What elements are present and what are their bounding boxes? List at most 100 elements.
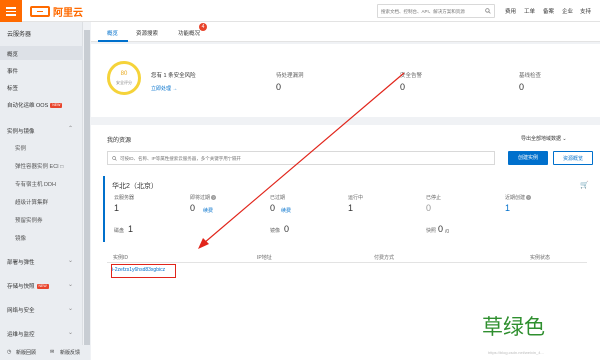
history-icon: ◷ — [7, 349, 12, 355]
stat-value-snapshots[interactable]: 0 — [438, 224, 443, 234]
top-navigation-bar: 阿里云 费用 工单 备案 企业 企业 支持 — [0, 0, 600, 22]
chevron-up-icon[interactable]: ⌃ — [68, 125, 73, 132]
arrow-right-icon: → — [172, 86, 178, 92]
tab-bar: 概览 资源搜索 功能概况 — [91, 22, 600, 42]
sidebar-item-instances[interactable]: 实例 — [15, 144, 26, 152]
top-link-support[interactable]: 支持 — [580, 7, 591, 15]
help-icon[interactable]: ? — [211, 195, 217, 201]
old-version-link[interactable]: 新版回顾 — [16, 349, 36, 356]
stat-label-servers: 云服务器 — [114, 195, 135, 201]
resource-search-box[interactable] — [107, 151, 495, 165]
sidebar-group-instances-images[interactable]: 实例与镜像 — [7, 127, 35, 135]
column-header-ip[interactable]: IP地址 — [257, 254, 272, 261]
notification-badge: 4 — [199, 23, 207, 31]
chevron-down-icon[interactable]: ⌄ — [68, 281, 73, 288]
sidebar-item-reserved-instances[interactable]: 预留实例券 — [15, 216, 43, 224]
sidebar-group-storage[interactable]: 存储与快照 NEW — [7, 282, 49, 290]
stat-label-expiring: 即将过期? — [190, 194, 217, 201]
chevron-down-icon[interactable]: ⌄ — [68, 257, 73, 264]
stat-value-images[interactable]: 0 — [284, 224, 289, 234]
tab-resource-search[interactable]: 资源搜索 — [136, 29, 158, 37]
stat-label-text: 即将过期 — [190, 195, 211, 201]
feedback-link[interactable]: 新版反馈 — [60, 349, 80, 356]
watermark-credit: https://blog.csdn.net/weixin_4... — [488, 350, 544, 355]
sidebar-item-eci[interactable]: 弹性容器实例 ECI □ — [15, 162, 63, 170]
chevron-down-icon: ⌄ — [562, 136, 567, 142]
security-score-value: 80 — [120, 71, 128, 77]
metric-value-vulnerabilities[interactable]: 0 — [276, 82, 281, 92]
logo-text: 阿里云 — [53, 7, 83, 19]
highlight-box — [111, 264, 176, 278]
search-icon[interactable] — [485, 8, 491, 14]
sidebar-item-label: 弹性容器实例 ECI — [15, 164, 59, 170]
stat-value-disks[interactable]: 1 — [128, 224, 133, 234]
active-tab-indicator — [98, 40, 128, 42]
metric-value-alerts[interactable]: 0 — [400, 82, 405, 92]
stat-label-stopped: 已停止 — [426, 195, 442, 201]
stat-value-expired[interactable]: 0 — [270, 203, 275, 213]
stat-suffix-snapshots: /0 — [445, 229, 450, 235]
metric-title-alerts: 安全告警 — [400, 73, 423, 79]
watermark-text: 草绿色 — [482, 315, 545, 339]
sidebar-title: 云服务器 — [7, 32, 32, 38]
stat-value-running[interactable]: 1 — [348, 203, 353, 213]
sidebar-item-tags[interactable]: 标签 — [7, 84, 18, 92]
renew-link-expired[interactable]: 续费 — [281, 207, 291, 214]
stat-label-running: 运行中 — [348, 195, 364, 201]
sidebar-footer: ◷ 新版回顾 ✉ 新版反馈 — [0, 345, 90, 360]
feedback-icon: ✉ — [50, 349, 55, 355]
column-header-instance-id[interactable]: 实例ID — [113, 254, 128, 261]
export-label: 导出全部地域数据 — [521, 136, 562, 142]
cart-icon[interactable]: 🛒 — [580, 181, 589, 189]
stat-value-recent[interactable]: 1 — [505, 203, 510, 213]
stat-label-images: 镜像 — [270, 228, 281, 234]
aliyun-logo[interactable]: 阿里云 — [30, 4, 83, 19]
search-icon — [112, 155, 117, 161]
metric-value-baseline[interactable]: 0 — [519, 82, 524, 92]
stat-label-expired: 已过期 — [270, 195, 286, 201]
sidebar-item-scc[interactable]: 超级计算集群 — [15, 198, 48, 206]
top-link-ticket[interactable]: 工单 — [524, 7, 535, 15]
top-link-billing[interactable]: 费用 — [505, 7, 516, 15]
logo-icon — [30, 5, 50, 17]
region-title: 华北2（北京） — [112, 183, 158, 190]
resource-overview-button[interactable]: 资源概览 — [553, 151, 593, 165]
sidebar-group-ops[interactable]: 运维与监控 — [7, 330, 35, 338]
stat-value-expiring[interactable]: 0 — [190, 203, 195, 213]
renew-link-expiring[interactable]: 续费 — [203, 207, 213, 214]
security-score-label: 安全评分 — [116, 80, 132, 85]
sidebar: 云服务器 概览 事件 标签 自动化运维 OOS NEW 实例与镜像 ⌃ 实例 弹性… — [0, 22, 83, 360]
fix-now-link[interactable]: 立即处理 → — [151, 85, 177, 92]
fix-now-label: 立即处理 — [151, 86, 172, 92]
create-instance-button[interactable]: 创建实例 — [508, 151, 548, 165]
help-icon[interactable]: ? — [526, 195, 532, 201]
column-header-billing[interactable]: 付费方式 — [374, 254, 394, 261]
sidebar-scrollbar[interactable] — [84, 30, 90, 348]
export-all-regions-link[interactable]: 导出全部地域数据 ⌄ — [521, 135, 567, 142]
menu-icon[interactable] — [0, 0, 22, 22]
new-badge: NEW — [36, 284, 49, 290]
column-header-status[interactable]: 实例状态 — [530, 254, 550, 261]
global-search-input[interactable] — [381, 8, 489, 14]
global-search-box[interactable] — [377, 4, 495, 18]
new-badge: NEW — [50, 103, 63, 109]
metric-title-baseline: 基线检查 — [519, 73, 542, 79]
tab-feature-overview[interactable]: 功能概况 — [178, 29, 200, 37]
chevron-down-icon[interactable]: ⌄ — [68, 305, 73, 312]
resource-search-input[interactable] — [120, 155, 490, 161]
chevron-down-icon[interactable]: ⌄ — [68, 329, 73, 336]
sidebar-group-network[interactable]: 网络与安全 — [7, 306, 35, 314]
sidebar-item-oos[interactable]: 自动化运维 OOS NEW — [7, 101, 63, 109]
sidebar-item-overview[interactable]: 概览 — [7, 50, 18, 58]
sidebar-group-deployment[interactable]: 部署与弹性 — [7, 258, 35, 266]
tab-overview[interactable]: 概览 — [107, 29, 118, 37]
sidebar-item-label: 存储与快照 — [7, 284, 35, 290]
stat-value-stopped[interactable]: 0 — [426, 203, 431, 213]
sidebar-item-images[interactable]: 镜像 — [15, 234, 26, 242]
top-link-icp[interactable]: 备案 — [543, 7, 554, 15]
security-risk-text: 您有 1 条安全风险 — [151, 73, 196, 79]
sidebar-item-events[interactable]: 事件 — [7, 67, 18, 75]
stat-value-servers[interactable]: 1 — [114, 203, 119, 213]
sidebar-item-ddh[interactable]: 专有宿主机 DDH — [15, 180, 56, 188]
top-link-enterprise-visible[interactable]: 企业 — [562, 7, 573, 15]
